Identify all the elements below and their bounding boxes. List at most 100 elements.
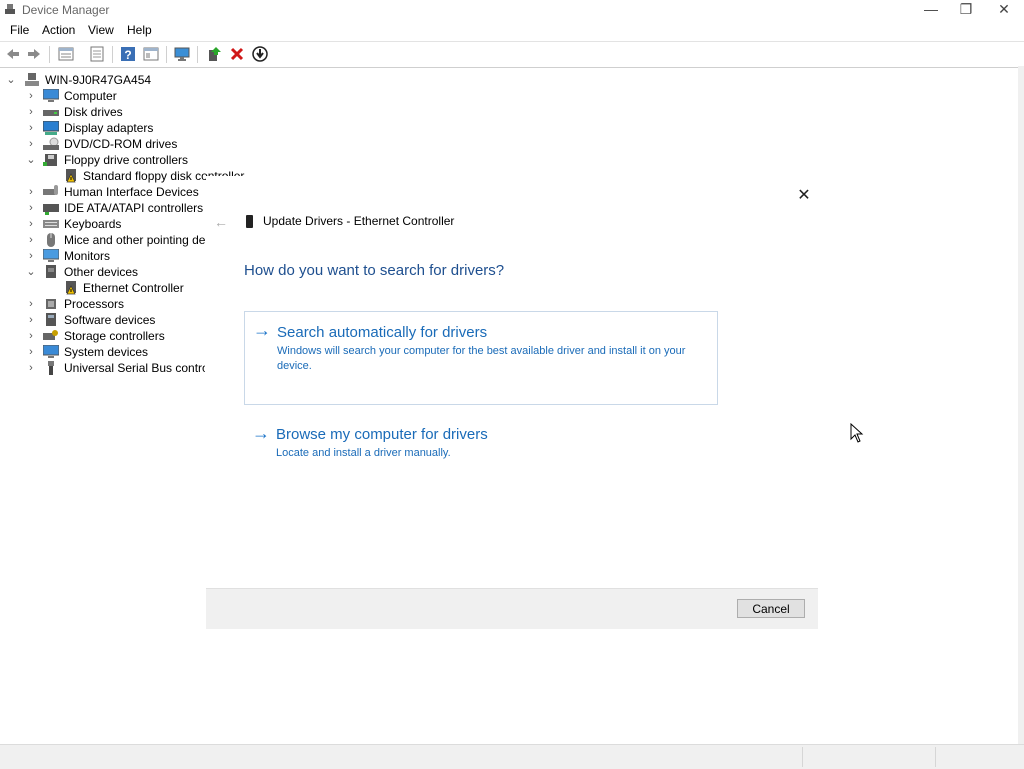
tree-item-label: Mice and other pointing device — [64, 233, 205, 247]
menu-bar: File Action View Help — [0, 20, 1024, 40]
option-description: Locate and install a driver manually. — [276, 447, 451, 459]
keyboard-icon — [43, 220, 59, 228]
collapse-chevron-icon[interactable]: ⌄ — [26, 264, 36, 280]
search-automatically-option[interactable]: → Search automatically for drivers Windo… — [244, 311, 718, 405]
tree-item-label: Other devices — [64, 265, 139, 279]
forward-icon[interactable] — [26, 46, 42, 62]
expand-chevron-icon[interactable]: › — [26, 216, 36, 232]
view-icon[interactable] — [143, 46, 159, 62]
tree-item-label: Floppy drive controllers — [64, 153, 189, 167]
tree-item-label: Storage controllers — [64, 329, 165, 343]
menu-view[interactable]: View — [88, 23, 114, 37]
expand-chevron-icon[interactable]: › — [26, 360, 36, 376]
tree-item-usb-controllers[interactable]: › Universal Serial Bus controllers — [0, 360, 205, 376]
hid-icon — [43, 185, 58, 195]
usb-icon — [48, 361, 54, 375]
properties-icon[interactable] — [58, 46, 74, 62]
option-title: Browse my computer for drivers — [276, 426, 488, 443]
monitor-icon — [43, 249, 59, 262]
minimize-button[interactable]: — — [912, 0, 950, 20]
option-description: Windows will search your computer for th… — [277, 345, 686, 372]
collapse-chevron-icon[interactable]: ⌄ — [6, 72, 16, 88]
tree-item-label: System devices — [64, 345, 149, 359]
storage-controller-icon — [43, 330, 58, 340]
expand-chevron-icon[interactable]: › — [26, 344, 36, 360]
mouse-cursor-icon — [850, 423, 864, 443]
expand-chevron-icon[interactable]: › — [26, 104, 36, 120]
browse-computer-option[interactable]: → Browse my computer for drivers Locate … — [244, 419, 716, 469]
view-list-icon[interactable] — [89, 46, 105, 62]
expand-chevron-icon[interactable]: › — [26, 184, 36, 200]
arrow-right-icon: → — [253, 320, 271, 340]
tree-item-mice[interactable]: › Mice and other pointing device — [0, 232, 205, 248]
toolbar-separator — [49, 46, 50, 63]
expand-chevron-icon[interactable]: › — [26, 200, 36, 216]
tree-child-label: Ethernet Controller — [83, 281, 184, 295]
expand-chevron-icon[interactable]: › — [26, 328, 36, 344]
tree-item-label: Human Interface Devices — [64, 185, 199, 199]
tree-item-label: Display adapters — [64, 121, 154, 135]
computer-root-icon — [25, 73, 39, 86]
vertical-scrollbar[interactable] — [1018, 66, 1024, 744]
expand-chevron-icon[interactable]: › — [26, 248, 36, 264]
expand-chevron-icon[interactable]: › — [26, 232, 36, 248]
back-icon[interactable] — [5, 46, 21, 62]
close-window-button[interactable]: ✕ — [985, 0, 1023, 20]
svg-text:?: ? — [124, 48, 131, 62]
tree-root-label: WIN-9J0R47GA454 — [45, 73, 152, 87]
tree-item-label: Software devices — [64, 313, 156, 327]
menu-help[interactable]: Help — [127, 23, 152, 37]
software-device-icon — [46, 313, 56, 326]
toolbar: ? — [0, 41, 1024, 68]
system-device-icon — [43, 345, 59, 358]
expand-chevron-icon[interactable]: › — [26, 136, 36, 152]
toolbar-separator — [112, 46, 113, 63]
dialog-close-button[interactable]: ✕ — [796, 188, 812, 204]
tree-item-label: Disk drives — [64, 105, 123, 119]
update-drivers-dialog: ✕ ← Update Drivers - Ethernet Controller… — [206, 176, 818, 629]
add-driver-icon[interactable] — [206, 46, 222, 62]
toolbar-separator — [166, 46, 167, 63]
tree-item-label: Monitors — [64, 249, 111, 263]
status-divider — [802, 747, 803, 767]
tree-item-label: IDE ATA/ATAPI controllers — [64, 201, 204, 215]
back-arrow-icon[interactable]: ← — [214, 214, 228, 230]
disk-drive-icon — [43, 110, 59, 116]
menu-file[interactable]: File — [10, 23, 29, 37]
device-icon — [246, 215, 253, 228]
help-icon[interactable]: ? — [120, 46, 136, 62]
mouse-icon — [47, 233, 55, 247]
tree-item-label: Processors — [64, 297, 125, 311]
expand-chevron-icon[interactable]: › — [26, 88, 36, 104]
dialog-question: How do you want to search for drivers? — [244, 262, 505, 279]
scan-hardware-icon[interactable] — [174, 46, 190, 62]
expand-chevron-icon[interactable]: › — [26, 120, 36, 136]
tree-item-label: Universal Serial Bus controllers — [64, 361, 205, 375]
status-bar — [0, 744, 1024, 769]
cancel-button[interactable]: Cancel — [737, 599, 805, 618]
expand-chevron-icon[interactable]: › — [26, 296, 36, 312]
menu-action[interactable]: Action — [42, 23, 75, 37]
warning-device-icon — [66, 169, 76, 183]
expand-chevron-icon[interactable]: › — [26, 312, 36, 328]
uninstall-icon[interactable] — [229, 46, 245, 62]
window-title: Device Manager — [22, 3, 110, 17]
download-driver-icon[interactable] — [252, 46, 268, 62]
title-bar: Device Manager — ❐ ✕ — [0, 0, 1024, 20]
device-manager-app-icon — [5, 4, 15, 14]
tree-item-label: DVD/CD-ROM drives — [64, 137, 178, 151]
dialog-title: Update Drivers - Ethernet Controller — [263, 214, 455, 228]
restore-button[interactable]: ❐ — [947, 0, 985, 20]
ide-controller-icon — [43, 204, 59, 215]
tree-item-label: Computer — [64, 89, 117, 103]
processor-icon — [46, 299, 56, 309]
dvd-drive-icon — [43, 137, 59, 150]
warning-device-icon — [66, 281, 76, 295]
tree-item-label: Keyboards — [64, 217, 122, 231]
collapse-chevron-icon[interactable]: ⌄ — [26, 152, 36, 168]
display-adapter-icon — [43, 121, 59, 135]
status-divider — [935, 747, 936, 767]
option-title: Search automatically for drivers — [277, 324, 488, 341]
dialog-footer: Cancel — [206, 588, 818, 629]
arrow-right-icon: → — [252, 423, 270, 443]
